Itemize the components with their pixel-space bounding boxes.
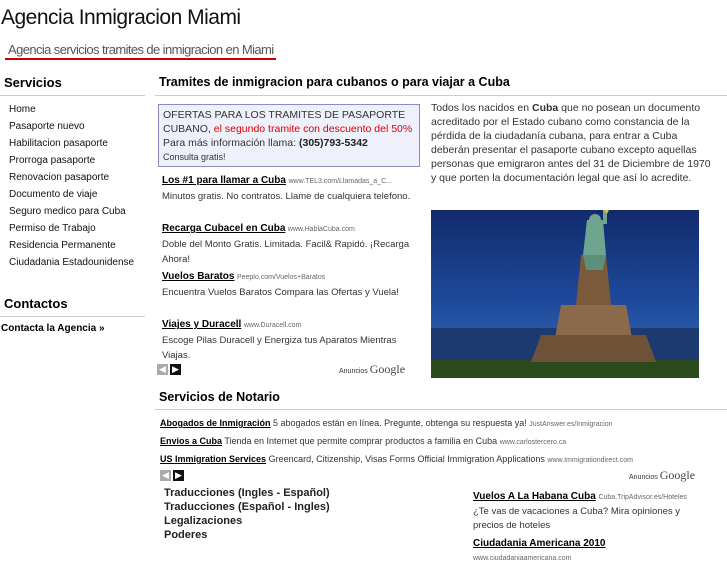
side-ad-url[interactable]: Cuba.TripAdvisor.es/Hoteles	[598, 494, 686, 501]
side-ad: Ciudadania Americana 2010 www.ciudadania…	[473, 537, 698, 566]
sidebar-link[interactable]: Permiso de Trabajo	[9, 223, 96, 234]
ad-title[interactable]: Vuelos Baratos	[162, 271, 234, 282]
sidebar-link[interactable]: Habilitacion pasaporte	[9, 138, 108, 149]
ad-description: Escoge Pilas Duracell y Energiza tus Apa…	[162, 335, 397, 361]
ad-title[interactable]: Recarga Cubacel en Cuba	[162, 223, 285, 234]
offer-box: OFERTAS PARA LOS TRAMITES DE PASAPORTE C…	[158, 104, 420, 167]
notary-service-item: Legalizaciones	[164, 515, 243, 527]
offer-phone[interactable]: (305)793-5342	[299, 137, 368, 149]
sidebar-item-seguro-medico[interactable]: Seguro medico para Cuba	[9, 203, 149, 220]
sidebar-item-renovacion[interactable]: Renovacion pasaporte	[9, 169, 149, 186]
contact-agency-link[interactable]: Contacta la Agencia »	[1, 323, 105, 334]
sidebar-item-prorroga[interactable]: Prorroga pasaporte	[9, 152, 149, 169]
ad-block: Recarga Cubacel en Cuba www.HablaCuba.co…	[162, 221, 412, 267]
text-ad: Abogados de Inmigración 5 abogados están…	[160, 418, 613, 428]
text-ad-title[interactable]: US Immigration Services	[160, 454, 266, 464]
site-tagline: Agencia servicios tramites de inmigracio…	[8, 42, 274, 57]
text-ad-title[interactable]: Abogados de Inmigración	[160, 418, 271, 428]
tagline-underline	[5, 58, 276, 60]
ads-label: Anuncios	[339, 368, 368, 375]
sidebar-divider	[0, 316, 145, 317]
sidebar-link[interactable]: Home	[9, 104, 36, 115]
notary-heading: Servicios de Notario	[159, 390, 280, 404]
sidebar-item-documento-viaje[interactable]: Documento de viaje	[9, 186, 149, 203]
main-divider	[155, 95, 727, 96]
ad-title[interactable]: Los #1 para llamar a Cuba	[162, 175, 286, 186]
ad-url[interactable]: www.TEL3.com/Llamadas_a_C...	[288, 178, 392, 185]
text-ad: Envios a Cuba Tienda en Internet que per…	[160, 436, 566, 446]
ad-pager: ◀ ▶	[160, 470, 184, 481]
main-heading: Tramites de inmigracion para cubanos o p…	[159, 75, 510, 89]
text-ad-description: Greencard, Citizenship, Visas Forms Offi…	[268, 454, 545, 464]
intro-text: que no posean un documento acreditado po…	[431, 102, 711, 184]
sidebar-nav: Home Pasaporte nuevo Habilitacion pasapo…	[9, 101, 149, 271]
ad-pager: ◀ ▶	[157, 364, 181, 375]
ads-by-google[interactable]: Anuncios Google	[629, 468, 695, 483]
services-heading: Servicios	[4, 75, 62, 90]
side-ad-description: ¿Te vas de vacaciones a Cuba? Mira opini…	[473, 506, 681, 531]
notary-divider	[155, 409, 727, 410]
sidebar-link[interactable]: Renovacion pasaporte	[9, 172, 109, 183]
sidebar-item-home[interactable]: Home	[9, 101, 149, 118]
sidebar-link[interactable]: Documento de viaje	[9, 189, 97, 200]
text-ad-url[interactable]: JustAnswer.es/Inmigracion	[529, 421, 612, 428]
next-arrow-icon[interactable]: ▶	[173, 470, 184, 481]
ad-url[interactable]: www.Duracell.com	[244, 322, 302, 329]
offer-discount: el segundo tramite con descuento del 50%	[213, 123, 413, 135]
ad-description: Doble del Monto Gratis. Limitada. Facil&…	[162, 239, 410, 265]
sidebar-link[interactable]: Pasaporte nuevo	[9, 121, 85, 132]
notary-service-item: Traducciones (Ingles - Español)	[164, 487, 330, 499]
side-ad-url[interactable]: www.ciudadaniaamericana.com	[473, 555, 571, 562]
sidebar-item-ciudadania[interactable]: Ciudadania Estadounidense	[9, 254, 149, 271]
ad-title[interactable]: Viajes y Duracell	[162, 319, 241, 330]
google-logo-icon: Google	[659, 468, 696, 482]
text-ad-title[interactable]: Envios a Cuba	[160, 436, 222, 446]
sidebar-item-habilitacion[interactable]: Habilitacion pasaporte	[9, 135, 149, 152]
sidebar-link[interactable]: Prorroga pasaporte	[9, 155, 95, 166]
notary-service-item: Traducciones (Español - Ingles)	[164, 501, 330, 513]
text-ad-description: Tienda en Internet que permite comprar p…	[224, 436, 498, 446]
next-arrow-icon[interactable]: ▶	[170, 364, 181, 375]
ad-url[interactable]: www.HablaCuba.com	[288, 226, 355, 233]
statue-of-liberty-photo	[431, 210, 699, 378]
prev-arrow-icon[interactable]: ◀	[160, 470, 171, 481]
intro-text: Todos los nacidos en	[431, 102, 532, 114]
ads-by-google[interactable]: Anuncios Google	[339, 362, 405, 377]
sidebar-item-pasaporte-nuevo[interactable]: Pasaporte nuevo	[9, 118, 149, 135]
notary-service-item: Poderes	[164, 529, 208, 541]
ad-block: Los #1 para llamar a Cuba www.TEL3.com/L…	[162, 173, 412, 204]
intro-paragraph: Todos los nacidos en Cuba que no posean …	[431, 101, 711, 185]
sidebar-link[interactable]: Residencia Permanente	[9, 240, 116, 251]
ads-label: Anuncios	[629, 474, 658, 481]
statue-of-liberty-icon	[431, 210, 699, 378]
google-logo-icon: Google	[369, 362, 406, 376]
ad-block: Vuelos Baratos Peeplo.com/Vuelos+Baratos…	[162, 269, 412, 300]
ad-url[interactable]: Peeplo.com/Vuelos+Baratos	[237, 274, 325, 281]
text-ad-description: 5 abogados están en línea. Pregunte, obt…	[273, 418, 527, 428]
sidebar-link[interactable]: Ciudadania Estadounidense	[9, 257, 134, 268]
sidebar-link[interactable]: Seguro medico para Cuba	[9, 206, 126, 217]
notary-services-list: Traducciones (Ingles - Español) Traducci…	[164, 486, 330, 542]
sidebar-item-residencia[interactable]: Residencia Permanente	[9, 237, 149, 254]
offer-consult: Consulta gratis!	[163, 152, 226, 162]
intro-bold: Cuba	[531, 102, 559, 114]
side-ad-title[interactable]: Ciudadania Americana 2010	[473, 538, 605, 549]
ad-block: Viajes y Duracell www.Duracell.com Escog…	[162, 317, 412, 363]
sidebar-divider	[0, 95, 145, 96]
text-ad: US Immigration Services Greencard, Citiz…	[160, 454, 633, 464]
text-ad-url[interactable]: www.carlostercero.ca	[500, 439, 567, 446]
offer-info-label: Para más información llama:	[163, 137, 297, 149]
sidebar-item-permiso-trabajo[interactable]: Permiso de Trabajo	[9, 220, 149, 237]
text-ad-url[interactable]: www.Immigrationdirect.com	[547, 457, 633, 464]
side-ad: Vuelos A La Habana Cuba Cuba.TripAdvisor…	[473, 490, 698, 533]
site-title[interactable]: Agencia Inmigracion Miami	[1, 6, 241, 30]
contacts-heading: Contactos	[4, 296, 68, 311]
ad-description: Encuentra Vuelos Baratos Compara las Ofe…	[162, 287, 399, 298]
side-ad-title[interactable]: Vuelos A La Habana Cuba	[473, 491, 596, 502]
prev-arrow-icon[interactable]: ◀	[157, 364, 168, 375]
ad-description: Minutos gratis. No contratos. Llame de c…	[162, 191, 411, 202]
